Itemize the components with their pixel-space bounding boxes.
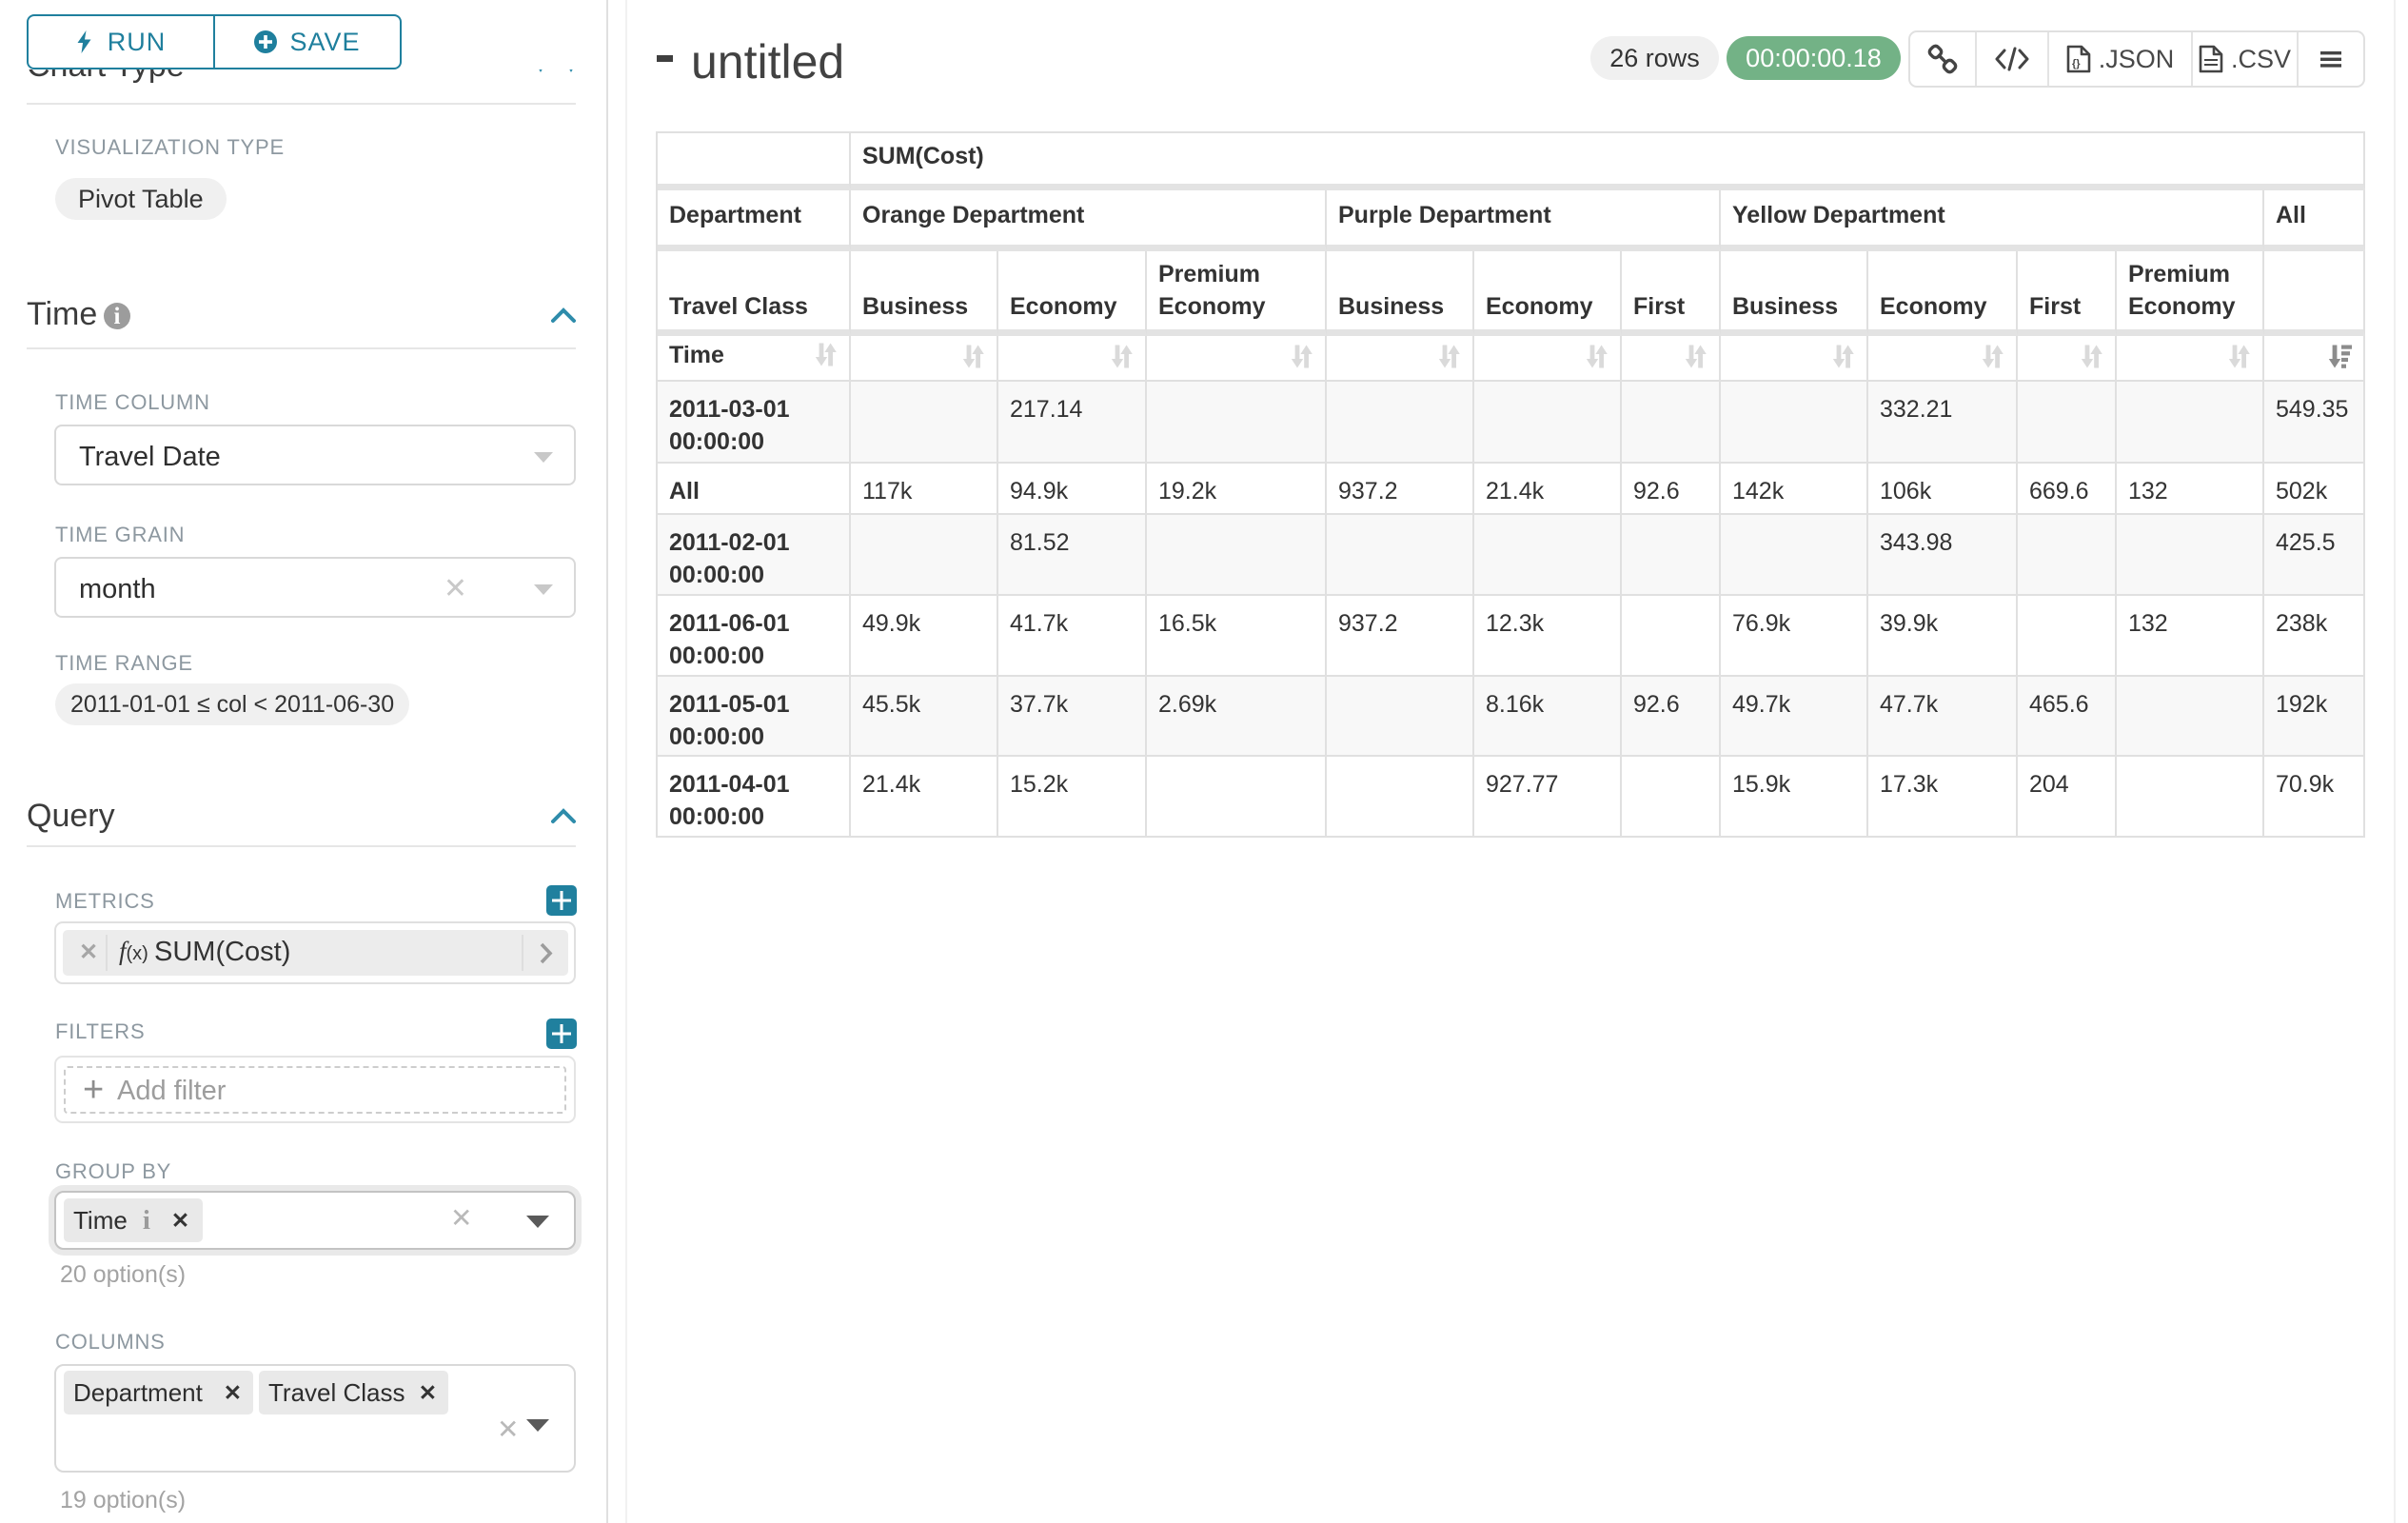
svg-text:{}: {}	[2072, 58, 2081, 69]
